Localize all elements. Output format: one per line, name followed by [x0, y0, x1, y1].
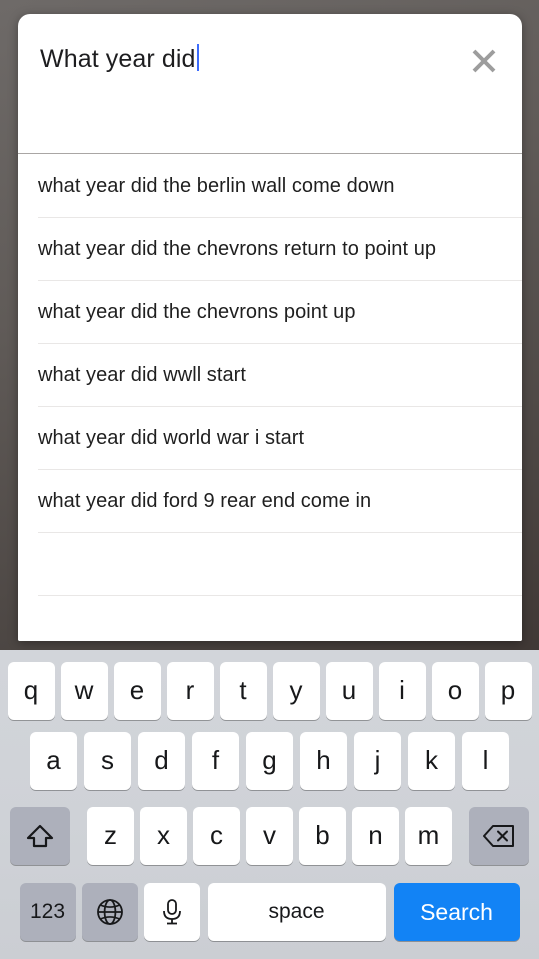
keyboard-row-3: z x c v b n m	[0, 798, 539, 873]
key-label: r	[185, 675, 195, 705]
key-label: c	[210, 820, 223, 850]
key-label: s	[101, 745, 114, 775]
key-label: p	[500, 675, 516, 705]
key-label: h	[316, 745, 331, 775]
search-input[interactable]: What year did	[40, 40, 199, 74]
dictation-key[interactable]	[143, 883, 200, 941]
shift-arrow-icon	[25, 821, 55, 851]
key-f[interactable]: f	[192, 731, 239, 790]
key-y[interactable]: y	[272, 661, 320, 720]
suggestion-label: what year did the berlin wall come down	[38, 174, 395, 197]
key-label: d	[154, 745, 169, 775]
key-m[interactable]: m	[405, 806, 452, 865]
key-h[interactable]: h	[300, 731, 347, 790]
keyboard-row-4: 123 space Search	[0, 873, 539, 951]
key-label: i	[399, 675, 405, 705]
suggestion-item-empty	[18, 532, 522, 595]
key-n[interactable]: n	[352, 806, 399, 865]
suggestion-item-empty	[18, 595, 522, 641]
suggestion-label: what year did wwll start	[38, 363, 246, 386]
key-label: a	[46, 745, 61, 775]
key-label: Search	[420, 898, 493, 925]
key-r[interactable]: r	[166, 661, 214, 720]
key-g[interactable]: g	[246, 731, 293, 790]
close-button[interactable]	[464, 41, 504, 81]
key-v[interactable]: v	[246, 806, 293, 865]
suggestion-item[interactable]: what year did wwll start	[18, 343, 522, 406]
key-s[interactable]: s	[84, 731, 131, 790]
keyboard-row-1: q w e r t y u i o p	[0, 650, 539, 723]
suggestion-item[interactable]: what year did ford 9 rear end come in	[18, 469, 522, 532]
key-p[interactable]: p	[484, 661, 532, 720]
search-query-area: What year did	[18, 14, 522, 154]
suggestion-label: what year did world war i start	[38, 426, 305, 449]
suggestion-list: what year did the berlin wall come down …	[18, 154, 522, 641]
key-label: j	[374, 745, 381, 775]
key-label: 123	[29, 900, 66, 923]
suggestion-label: what year did the chevrons point up	[38, 300, 356, 323]
globe-language-icon	[95, 897, 125, 927]
suggestion-item[interactable]: what year did world war i start	[18, 406, 522, 469]
text-cursor	[196, 44, 199, 71]
key-label: w	[74, 675, 94, 705]
key-label: b	[315, 820, 330, 850]
key-label: v	[263, 820, 276, 850]
backspace-delete-icon	[482, 823, 516, 849]
key-label: z	[104, 820, 117, 850]
key-o[interactable]: o	[431, 661, 479, 720]
shift-key[interactable]	[10, 806, 70, 865]
numbers-key[interactable]: 123	[19, 883, 76, 941]
key-label: space	[268, 900, 325, 923]
key-label: e	[129, 675, 145, 705]
search-input-value: What year did	[40, 45, 196, 73]
suggestion-item[interactable]: what year did the chevrons point up	[18, 280, 522, 343]
suggestion-item[interactable]: what year did the chevrons return to poi…	[18, 217, 522, 280]
space-key[interactable]: space	[207, 883, 386, 941]
key-j[interactable]: j	[354, 731, 401, 790]
on-screen-keyboard: q w e r t y u i o p a s d f g h j k l z …	[0, 650, 539, 959]
key-d[interactable]: d	[138, 731, 185, 790]
key-label: o	[447, 675, 463, 705]
keyboard-row-2: a s d f g h j k l	[0, 723, 539, 798]
key-label: x	[157, 820, 170, 850]
suggestion-label: what year did ford 9 rear end come in	[38, 489, 372, 512]
key-label: g	[262, 745, 277, 775]
close-x-icon	[464, 44, 504, 78]
key-u[interactable]: u	[325, 661, 373, 720]
key-b[interactable]: b	[299, 806, 346, 865]
key-label: u	[341, 675, 357, 705]
mobile-screen: What year did what year did the berlin w…	[0, 0, 539, 959]
key-label: t	[239, 675, 247, 705]
search-overlay-card: What year did what year did the berlin w…	[18, 14, 522, 641]
key-e[interactable]: e	[113, 661, 161, 720]
key-a[interactable]: a	[30, 731, 77, 790]
key-label: y	[289, 675, 303, 705]
key-label: l	[482, 745, 489, 775]
key-t[interactable]: t	[219, 661, 267, 720]
language-globe-key[interactable]	[81, 883, 138, 941]
key-label: n	[368, 820, 383, 850]
key-i[interactable]: i	[378, 661, 426, 720]
key-x[interactable]: x	[140, 806, 187, 865]
key-label: m	[417, 820, 440, 850]
key-q[interactable]: q	[7, 661, 55, 720]
search-key[interactable]: Search	[393, 883, 520, 941]
suggestion-item[interactable]: what year did the berlin wall come down	[18, 154, 522, 217]
suggestion-label: what year did the chevrons return to poi…	[38, 237, 437, 260]
key-label: f	[211, 745, 220, 775]
key-k[interactable]: k	[408, 731, 455, 790]
key-w[interactable]: w	[60, 661, 108, 720]
key-z[interactable]: z	[87, 806, 134, 865]
microphone-icon	[159, 897, 185, 927]
key-c[interactable]: c	[193, 806, 240, 865]
key-l[interactable]: l	[462, 731, 509, 790]
key-label: k	[425, 745, 438, 775]
backspace-key[interactable]	[469, 806, 529, 865]
key-label: q	[23, 675, 39, 705]
